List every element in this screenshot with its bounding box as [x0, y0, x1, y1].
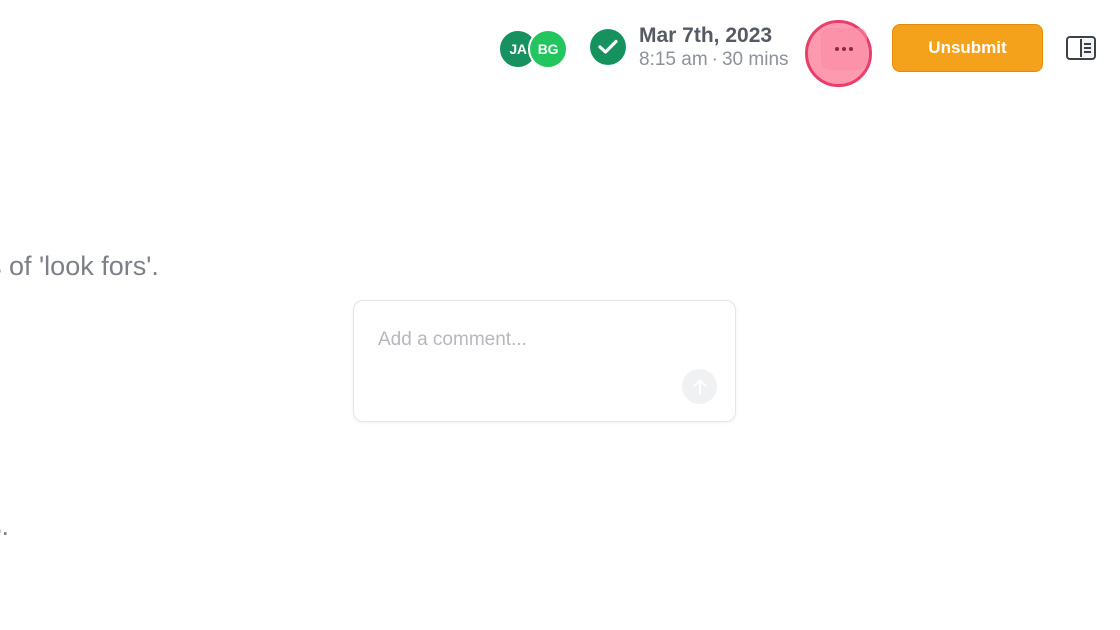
content-text: s.: [0, 511, 10, 541]
more-options-button[interactable]: [821, 28, 867, 70]
session-time: 8:15 am: [639, 49, 708, 70]
unsubmit-button[interactable]: Unsubmit: [892, 24, 1043, 72]
session-duration: 30 mins: [721, 49, 789, 70]
avatar-initials: JA: [509, 41, 527, 57]
page: JA BG Mar 7th, 2023 8:15 am · 30 mins Unsu…: [0, 0, 1120, 630]
send-comment-button[interactable]: [682, 369, 717, 404]
session-separator: ·: [711, 49, 718, 70]
arrow-up-icon: [693, 379, 706, 395]
session-meta: 8:15 am · 30 mins: [639, 49, 789, 71]
sidebar-toggle-icon[interactable]: [1066, 36, 1096, 60]
avatar-bg[interactable]: BG: [528, 29, 568, 69]
session-date: Mar 7th, 2023: [639, 24, 773, 47]
comment-input[interactable]: [378, 329, 678, 351]
ellipsis-icon: [835, 47, 839, 51]
check-circle-icon: [590, 29, 626, 65]
avatar-initials: BG: [537, 41, 559, 57]
checkmark-icon: [598, 39, 618, 54]
comment-box: [353, 300, 736, 422]
content-text: s of 'look fors'.: [0, 251, 159, 281]
